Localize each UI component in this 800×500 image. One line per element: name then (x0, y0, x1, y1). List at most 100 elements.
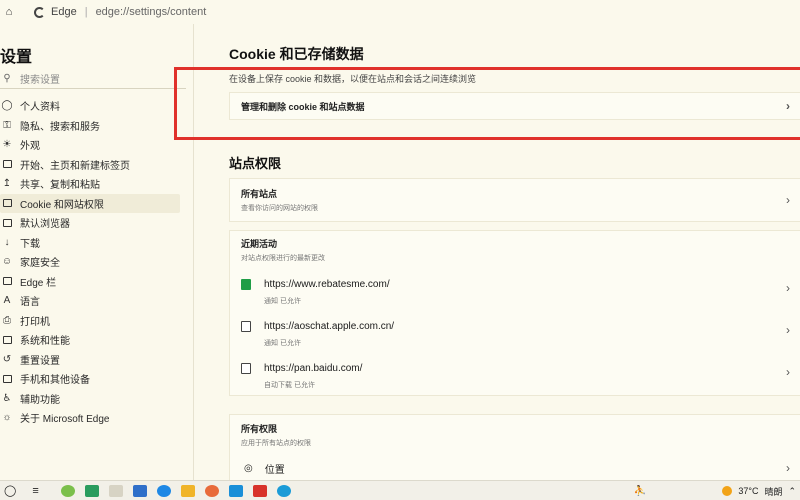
sidebar-item-label: 下载 (20, 238, 40, 250)
app-icon[interactable] (156, 484, 171, 497)
recent-activity-card: 近期活动 对站点权限进行的最新更改 https://www.rebatesme.… (229, 230, 800, 396)
sidebar-item-start-page[interactable]: 开始、主页和新建标签页 (0, 155, 180, 175)
people-icon[interactable]: ⛹ (634, 486, 646, 497)
all-permissions-header: 所有权限 应用于所有站点的权限 (230, 415, 800, 455)
settings-content: Cookie 和已存储数据 在设备上保存 cookie 和数据，以便在站点和会话… (229, 24, 800, 484)
recent-activity-header: 近期活动 对站点权限进行的最新更改 (230, 231, 800, 269)
sidebar-item-profile[interactable]: ◯ 个人资料 (0, 96, 180, 116)
all-sites-row[interactable]: 所有站点 查看你访问的网站的权限 › (230, 179, 800, 221)
chevron-up-icon[interactable]: ⌃ (788, 486, 796, 497)
sidebar-item-label: 打印机 (20, 316, 50, 328)
printer-icon: ⎙ (3, 314, 11, 326)
address-url[interactable]: edge://settings/content (96, 6, 207, 18)
sidebar-item-downloads[interactable]: ↓ 下载 (0, 233, 180, 253)
sidebar-item-printers[interactable]: ⎙ 打印机 (0, 311, 180, 331)
family-icon: ☺ (1, 256, 13, 268)
site-permission-meta: 自动下载 已允许 (264, 382, 315, 389)
all-permissions-title: 所有权限 (241, 424, 278, 434)
site-permission-meta: 通知 已允许 (264, 298, 301, 305)
app-icon[interactable] (84, 484, 99, 497)
lock-icon: ⚿ (3, 119, 11, 131)
sidebar-item-reset[interactable]: ↺ 重置设置 (0, 350, 180, 370)
browser-name: Edge (51, 6, 77, 18)
sidebar-item-privacy[interactable]: ⚿ 隐私、搜索和服务 (0, 116, 180, 136)
recent-activity-description: 对站点权限进行的最新更改 (241, 255, 325, 262)
download-icon: ↓ (4, 236, 10, 248)
sidebar-item-accessibility[interactable]: ♿ 辅助功能 (0, 389, 180, 409)
site-url: https://aoschat.apple.com.cn/ (264, 321, 395, 332)
chevron-right-icon: › (786, 193, 790, 207)
cookie-icon (0, 197, 14, 209)
share-icon: ↥ (2, 178, 12, 190)
sidebar-item-cookies[interactable]: Cookie 和网站权限 (0, 193, 180, 213)
accessibility-icon: ♿ (2, 392, 12, 404)
search-icon[interactable]: ◯ (4, 484, 16, 497)
appearance-icon: ☀ (2, 139, 12, 151)
sidebar-item-label: Edge 栏 (20, 277, 57, 289)
chevron-right-icon: › (786, 461, 790, 475)
sidebar-item-label: 共享、复制和粘贴 (20, 180, 100, 192)
manage-cookies-card: 管理和删除 cookie 和站点数据 › (229, 92, 800, 120)
recent-site-row[interactable]: https://www.rebatesme.com/ 通知 已允许 › (230, 269, 800, 311)
reset-icon: ↺ (2, 353, 12, 365)
app-icon[interactable] (108, 484, 123, 497)
search-settings-input[interactable]: ⚲ 搜索设置 (0, 69, 186, 89)
all-sites-title: 所有站点 (241, 189, 278, 199)
wps-icon[interactable] (252, 484, 267, 497)
sidebar-item-share[interactable]: ↥ 共享、复制和粘贴 (0, 174, 180, 194)
app-icon[interactable] (132, 484, 147, 497)
location-icon: ◎ (244, 462, 253, 474)
sidebar-item-label: 默认浏览器 (20, 219, 70, 231)
folder-icon[interactable] (180, 484, 195, 497)
sidebar-item-default-browser[interactable]: 默认浏览器 (0, 213, 180, 233)
sidebar-item-appearance[interactable]: ☀ 外观 (0, 135, 180, 155)
sidebar-item-family[interactable]: ☺ 家庭安全 (0, 252, 180, 272)
sidebar-item-label: 外观 (20, 141, 40, 153)
temperature[interactable]: 37°C (738, 486, 758, 496)
weather-status[interactable]: 晴朗 (764, 485, 782, 498)
phone-icon (0, 373, 14, 385)
sidebar-item-label: Cookie 和网站权限 (20, 199, 104, 211)
sidebar-nav: ◯ 个人资料 ⚿ 隐私、搜索和服务 ☀ 外观 开始、主页和新建标签页 ↥ 共享、复制和粘… (0, 96, 180, 428)
system-icon (0, 334, 14, 346)
permission-row-location[interactable]: ◎ 位置 › (230, 455, 800, 481)
page-icon (241, 321, 251, 332)
home-icon[interactable]: ⌂ (0, 6, 18, 18)
site-permission-meta: 通知 已允许 (264, 340, 301, 347)
cookie-section-title: Cookie 和已存储数据 (229, 46, 364, 62)
system-tray: ⛹ 37°C 晴朗 ⌃ (634, 481, 800, 500)
edge-icon[interactable] (276, 484, 291, 497)
app-icon[interactable] (228, 484, 243, 497)
language-icon: A (3, 295, 11, 307)
recent-site-row[interactable]: https://aoschat.apple.com.cn/ 通知 已允许 › (230, 311, 800, 353)
chevron-right-icon: › (786, 99, 790, 113)
address-separator: | (84, 6, 88, 18)
task-view-icon[interactable]: ≡ (32, 485, 38, 497)
sidebar-item-label: 关于 Microsoft Edge (20, 414, 110, 426)
sidebar-item-label: 手机和其他设备 (20, 375, 90, 387)
chevron-right-icon: › (786, 281, 790, 295)
sidebar-item-label: 个人资料 (20, 102, 60, 114)
sidebar-item-edge-bar[interactable]: Edge 栏 (0, 272, 180, 292)
sidebar-item-system[interactable]: 系统和性能 (0, 330, 180, 350)
sidebar-item-phone[interactable]: 手机和其他设备 (0, 369, 180, 389)
sidebar-item-label: 语言 (20, 297, 40, 309)
page-icon (241, 363, 251, 374)
site-favicon-icon (241, 279, 251, 290)
recent-activity-title: 近期活动 (241, 239, 278, 249)
app-icon[interactable] (60, 484, 75, 497)
profile-icon: ◯ (1, 100, 13, 112)
cookie-section-description: 在设备上保存 cookie 和数据，以便在站点和会话之间连续浏览 (229, 74, 477, 84)
sidebar-item-about[interactable]: ☼ 关于 Microsoft Edge (0, 408, 180, 428)
sidebar-item-label: 隐私、搜索和服务 (20, 121, 100, 133)
recent-site-row[interactable]: https://pan.baidu.com/ 自动下载 已允许 › (230, 353, 800, 395)
sun-icon (722, 486, 733, 496)
app-icon[interactable] (204, 484, 219, 497)
manage-cookies-label: 管理和删除 cookie 和站点数据 (241, 101, 365, 112)
sidebar-item-label: 开始、主页和新建标签页 (20, 160, 130, 172)
all-sites-card: 所有站点 查看你访问的网站的权限 › (229, 178, 800, 222)
chevron-right-icon: › (786, 323, 790, 337)
sidebar-item-language[interactable]: A 语言 (0, 291, 180, 311)
manage-cookies-row[interactable]: 管理和删除 cookie 和站点数据 › (230, 93, 800, 119)
browser-icon (0, 217, 14, 229)
